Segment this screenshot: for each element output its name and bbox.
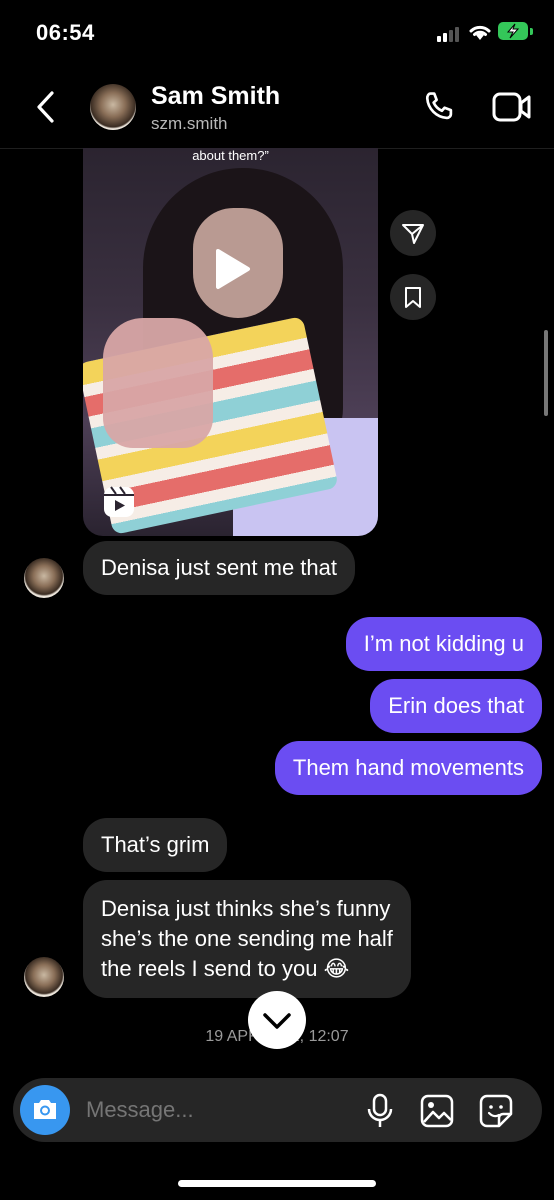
- sender-avatar[interactable]: [24, 558, 64, 598]
- video-camera-icon[interactable]: [492, 90, 532, 129]
- scroll-to-bottom-button[interactable]: [248, 991, 306, 1049]
- sender-avatar[interactable]: [24, 957, 64, 997]
- shared-reel[interactable]: about them?”: [83, 148, 378, 536]
- signal-icon: [437, 26, 463, 42]
- home-indicator: [178, 1180, 376, 1187]
- image-icon[interactable]: [420, 1094, 454, 1133]
- back-icon[interactable]: [34, 90, 58, 129]
- camera-icon[interactable]: [20, 1085, 70, 1135]
- message-bubble-outgoing[interactable]: Erin does that: [370, 679, 542, 733]
- message-bubble-incoming[interactable]: Denisa just sent me that: [83, 541, 356, 595]
- message-bubble-outgoing[interactable]: I’m not kidding u: [345, 617, 542, 671]
- reels-icon: [102, 485, 136, 524]
- contact-avatar[interactable]: [90, 84, 136, 130]
- microphone-icon[interactable]: [366, 1093, 394, 1134]
- bookmark-icon[interactable]: [390, 274, 436, 320]
- status-time: 06:54: [36, 20, 95, 45]
- message-line: Denisa just thinks she’s funny: [101, 896, 391, 921]
- share-icon[interactable]: [390, 210, 436, 256]
- phone-icon[interactable]: [420, 88, 458, 131]
- message-bubble-incoming[interactable]: Denisa just thinks she’s funny she’s the…: [83, 880, 411, 998]
- contact-handle[interactable]: szm.smith: [151, 114, 228, 134]
- message-bubble-incoming[interactable]: That’s grim: [83, 818, 228, 872]
- contact-name[interactable]: Sam Smith: [151, 82, 280, 111]
- reel-thumbnail-hand: [103, 318, 213, 448]
- message-bubble-outgoing[interactable]: Them hand movements: [274, 741, 542, 795]
- message-line: she’s the one sending me half: [101, 926, 393, 951]
- battery-nub: [530, 28, 533, 35]
- scrollbar[interactable]: [544, 330, 548, 416]
- battery-icon: [498, 22, 528, 40]
- sticker-icon[interactable]: [479, 1094, 513, 1133]
- play-icon[interactable]: [212, 247, 252, 296]
- message-line: the reels I send to you 😂: [101, 956, 350, 981]
- reel-caption: about them?”: [192, 148, 269, 163]
- message-input[interactable]: [84, 1096, 348, 1124]
- wifi-icon: [468, 22, 492, 47]
